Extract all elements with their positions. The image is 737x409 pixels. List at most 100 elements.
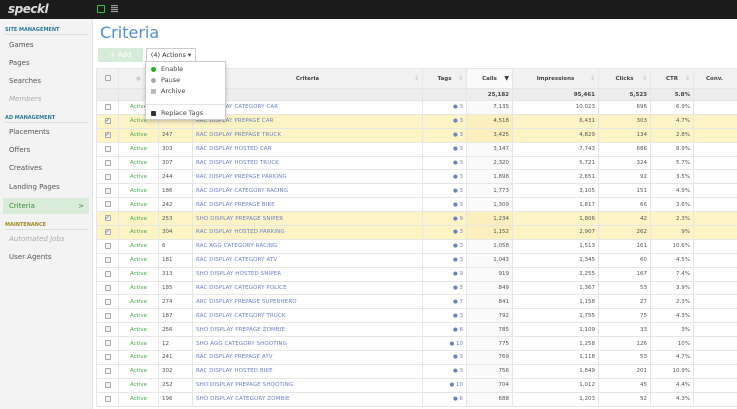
tags-link[interactable]: ● 3: [422, 155, 467, 171]
column-tags[interactable]: Tags ⇕: [422, 68, 467, 89]
tags-link[interactable]: ● 3: [422, 100, 467, 115]
status[interactable]: Active: [118, 308, 159, 324]
table-row[interactable]: Active 274 ARC DISPLAY PREPAGE SUPERHERO ● …: [96, 294, 737, 310]
row-checkbox[interactable]: [96, 238, 119, 254]
tags-link[interactable]: ● 3: [422, 252, 467, 268]
row-checkbox[interactable]: [96, 322, 119, 338]
actions-dropdown-button[interactable]: (4) Actions ▾: [146, 48, 196, 61]
table-row[interactable]: ✓ Active 247 RAC DISPLAY PREPAGE TRUCK ● 3 3,…: [96, 127, 737, 143]
status[interactable]: Active: [118, 391, 159, 407]
tags-link[interactable]: ● 3: [422, 113, 467, 129]
table-row[interactable]: Active 313 SHO DISPLAY HOSTED SNIPER ● 9 919…: [96, 266, 737, 282]
status[interactable]: Active: [118, 280, 159, 296]
column-clicks[interactable]: Clicks ⇕: [598, 68, 651, 89]
status[interactable]: Active: [118, 266, 159, 282]
table-row[interactable]: Active 307 RAC DISPLAY HOSTED TRUCK ● 3 2,32…: [96, 155, 737, 171]
sidebar-item-user-agents[interactable]: User Agents: [3, 249, 89, 265]
sidebar-item-offers[interactable]: Offers: [3, 142, 89, 158]
row-checkbox[interactable]: [96, 350, 119, 365]
tags-link[interactable]: ● 3: [422, 280, 467, 296]
status[interactable]: Active: [118, 252, 159, 268]
tags-link[interactable]: ● 7: [422, 294, 467, 310]
status[interactable]: Active: [118, 225, 159, 240]
table-row[interactable]: Active 303 RAC DISPLAY HOSTED CAR ● 3 3,147 7…: [96, 141, 737, 157]
sidebar-item-creatives[interactable]: Creatives: [3, 160, 89, 176]
status[interactable]: Active: [118, 197, 159, 213]
table-row[interactable]: Active 185 RAC DISPLAY CATEGORY POLICE ● 38…: [96, 280, 737, 296]
menu-item-replace-tags[interactable]: Replace Tags: [151, 108, 203, 118]
status[interactable]: Active: [118, 363, 159, 379]
add-button[interactable]: + Add: [98, 48, 143, 62]
criteria-link[interactable]: RAC DISPLAY PREPAGE TRUCK: [192, 127, 423, 143]
tags-link[interactable]: ● 10: [422, 336, 467, 352]
tags-link[interactable]: ● 6: [422, 391, 467, 407]
criteria-link[interactable]: RAC DISPLAY HOSTED BIKE: [192, 363, 423, 379]
row-checkbox[interactable]: ✓: [96, 127, 119, 143]
sidebar-item-games[interactable]: Games: [3, 37, 89, 53]
tags-link[interactable]: ● 3: [422, 308, 467, 324]
table-row[interactable]: Active 244 RAC DISPLAY PREPAGE PARKING ● 31…: [96, 169, 737, 185]
sidebar-item-placements[interactable]: Placements: [3, 124, 89, 140]
criteria-link[interactable]: SHO DISPLAY CATEGORY ZOMBIE: [192, 391, 423, 407]
status[interactable]: Active: [118, 127, 159, 143]
tags-link[interactable]: ● 3: [422, 225, 467, 240]
column-ctr[interactable]: CTR ⇕: [650, 68, 694, 89]
tags-link[interactable]: ● 3: [422, 238, 467, 254]
row-checkbox[interactable]: [96, 266, 119, 282]
menu-item-archive[interactable]: Archive: [151, 86, 185, 96]
criteria-link[interactable]: RAC AGG CATEGORY RACING: [192, 238, 423, 254]
tags-link[interactable]: ● 3: [422, 183, 467, 199]
row-checkbox[interactable]: [96, 377, 119, 393]
row-checkbox[interactable]: [96, 363, 119, 379]
criteria-link[interactable]: RAC DISPLAY PREPAGE PARKING: [192, 169, 423, 185]
criteria-link[interactable]: RAC DISPLAY HOSTED PARKING: [192, 225, 423, 240]
criteria-link[interactable]: RAC DISPLAY CATEGORY CAR: [192, 100, 423, 115]
sidebar-item-searches[interactable]: Searches: [3, 73, 89, 89]
criteria-link[interactable]: ARC DISPLAY PREPAGE SUPERHERO: [192, 294, 423, 310]
table-row[interactable]: Active 187 RAC DISPLAY CATEGORY TRUCK ● 3 79…: [96, 308, 737, 324]
status[interactable]: Active: [118, 155, 159, 171]
criteria-link[interactable]: SHO DISPLAY HOSTED SNIPER: [192, 266, 423, 282]
tags-link[interactable]: ● 3: [422, 169, 467, 185]
status[interactable]: Active: [118, 141, 159, 157]
menu-item-pause[interactable]: Pause: [151, 75, 180, 85]
tags-link[interactable]: ● 9: [422, 211, 467, 227]
table-row[interactable]: Active 241 RAC DISPLAY PREPAGE ATV ● 3 769 1,…: [96, 350, 737, 365]
table-row[interactable]: ✓ Active 304 RAC DISPLAY HOSTED PARKING ● 31…: [96, 225, 737, 240]
row-checkbox[interactable]: [96, 280, 119, 296]
column-impressions[interactable]: Impressions ⇕: [512, 68, 599, 89]
criteria-link[interactable]: RAC DISPLAY CATEGORY POLICE: [192, 280, 423, 296]
table-row[interactable]: ✓ Active 253 SHO DISPLAY PREPAGE SNIPER ● 91…: [96, 211, 737, 227]
table-row[interactable]: Active 12 SHO AGG CATEGORY SHOOTING ● 10 775…: [96, 336, 737, 352]
status[interactable]: Active: [118, 211, 159, 227]
select-all-checkbox[interactable]: [96, 68, 119, 89]
row-checkbox[interactable]: ✓: [96, 211, 119, 227]
column-calls[interactable]: Calls ▼: [466, 68, 513, 89]
column-criteria[interactable]: Criteria ⇕: [192, 68, 423, 89]
row-checkbox[interactable]: [96, 100, 119, 115]
row-checkbox[interactable]: [96, 183, 119, 199]
table-row[interactable]: Active 181 RAC DISPLAY CATEGORY ATV ● 3 1,04…: [96, 252, 737, 268]
row-checkbox[interactable]: [96, 294, 119, 310]
tags-link[interactable]: ● 3: [422, 141, 467, 157]
menu-item-enable[interactable]: Enable: [151, 64, 183, 74]
tags-link[interactable]: ● 9: [422, 266, 467, 282]
table-row[interactable]: Active 302 RAC DISPLAY HOSTED BIKE ● 3 756 1,…: [96, 363, 737, 379]
row-checkbox[interactable]: [96, 308, 119, 324]
status[interactable]: Active: [118, 183, 159, 199]
table-row[interactable]: Active 196 SHO DISPLAY CATEGORY ZOMBIE ● 66…: [96, 391, 737, 407]
criteria-link[interactable]: RAC DISPLAY CATEGORY RACING: [192, 183, 423, 199]
status[interactable]: Active: [118, 336, 159, 352]
row-checkbox[interactable]: [96, 391, 119, 407]
criteria-link[interactable]: RAC DISPLAY HOSTED TRUCK: [192, 155, 423, 171]
list-icon[interactable]: [111, 5, 118, 13]
row-checkbox[interactable]: [96, 336, 119, 352]
criteria-filter[interactable]: criteria: [192, 88, 423, 101]
table-row[interactable]: Active 256 SHO DISPLAY PREPAGE ZOMBIE ● 6 78…: [96, 322, 737, 338]
criteria-link[interactable]: RAC DISPLAY PREPAGE CAR: [192, 113, 423, 129]
row-checkbox[interactable]: [96, 141, 119, 157]
tags-link[interactable]: ● 3: [422, 350, 467, 365]
row-checkbox[interactable]: ✓: [96, 225, 119, 240]
tags-link[interactable]: ● 10: [422, 377, 467, 393]
row-checkbox[interactable]: [96, 197, 119, 213]
